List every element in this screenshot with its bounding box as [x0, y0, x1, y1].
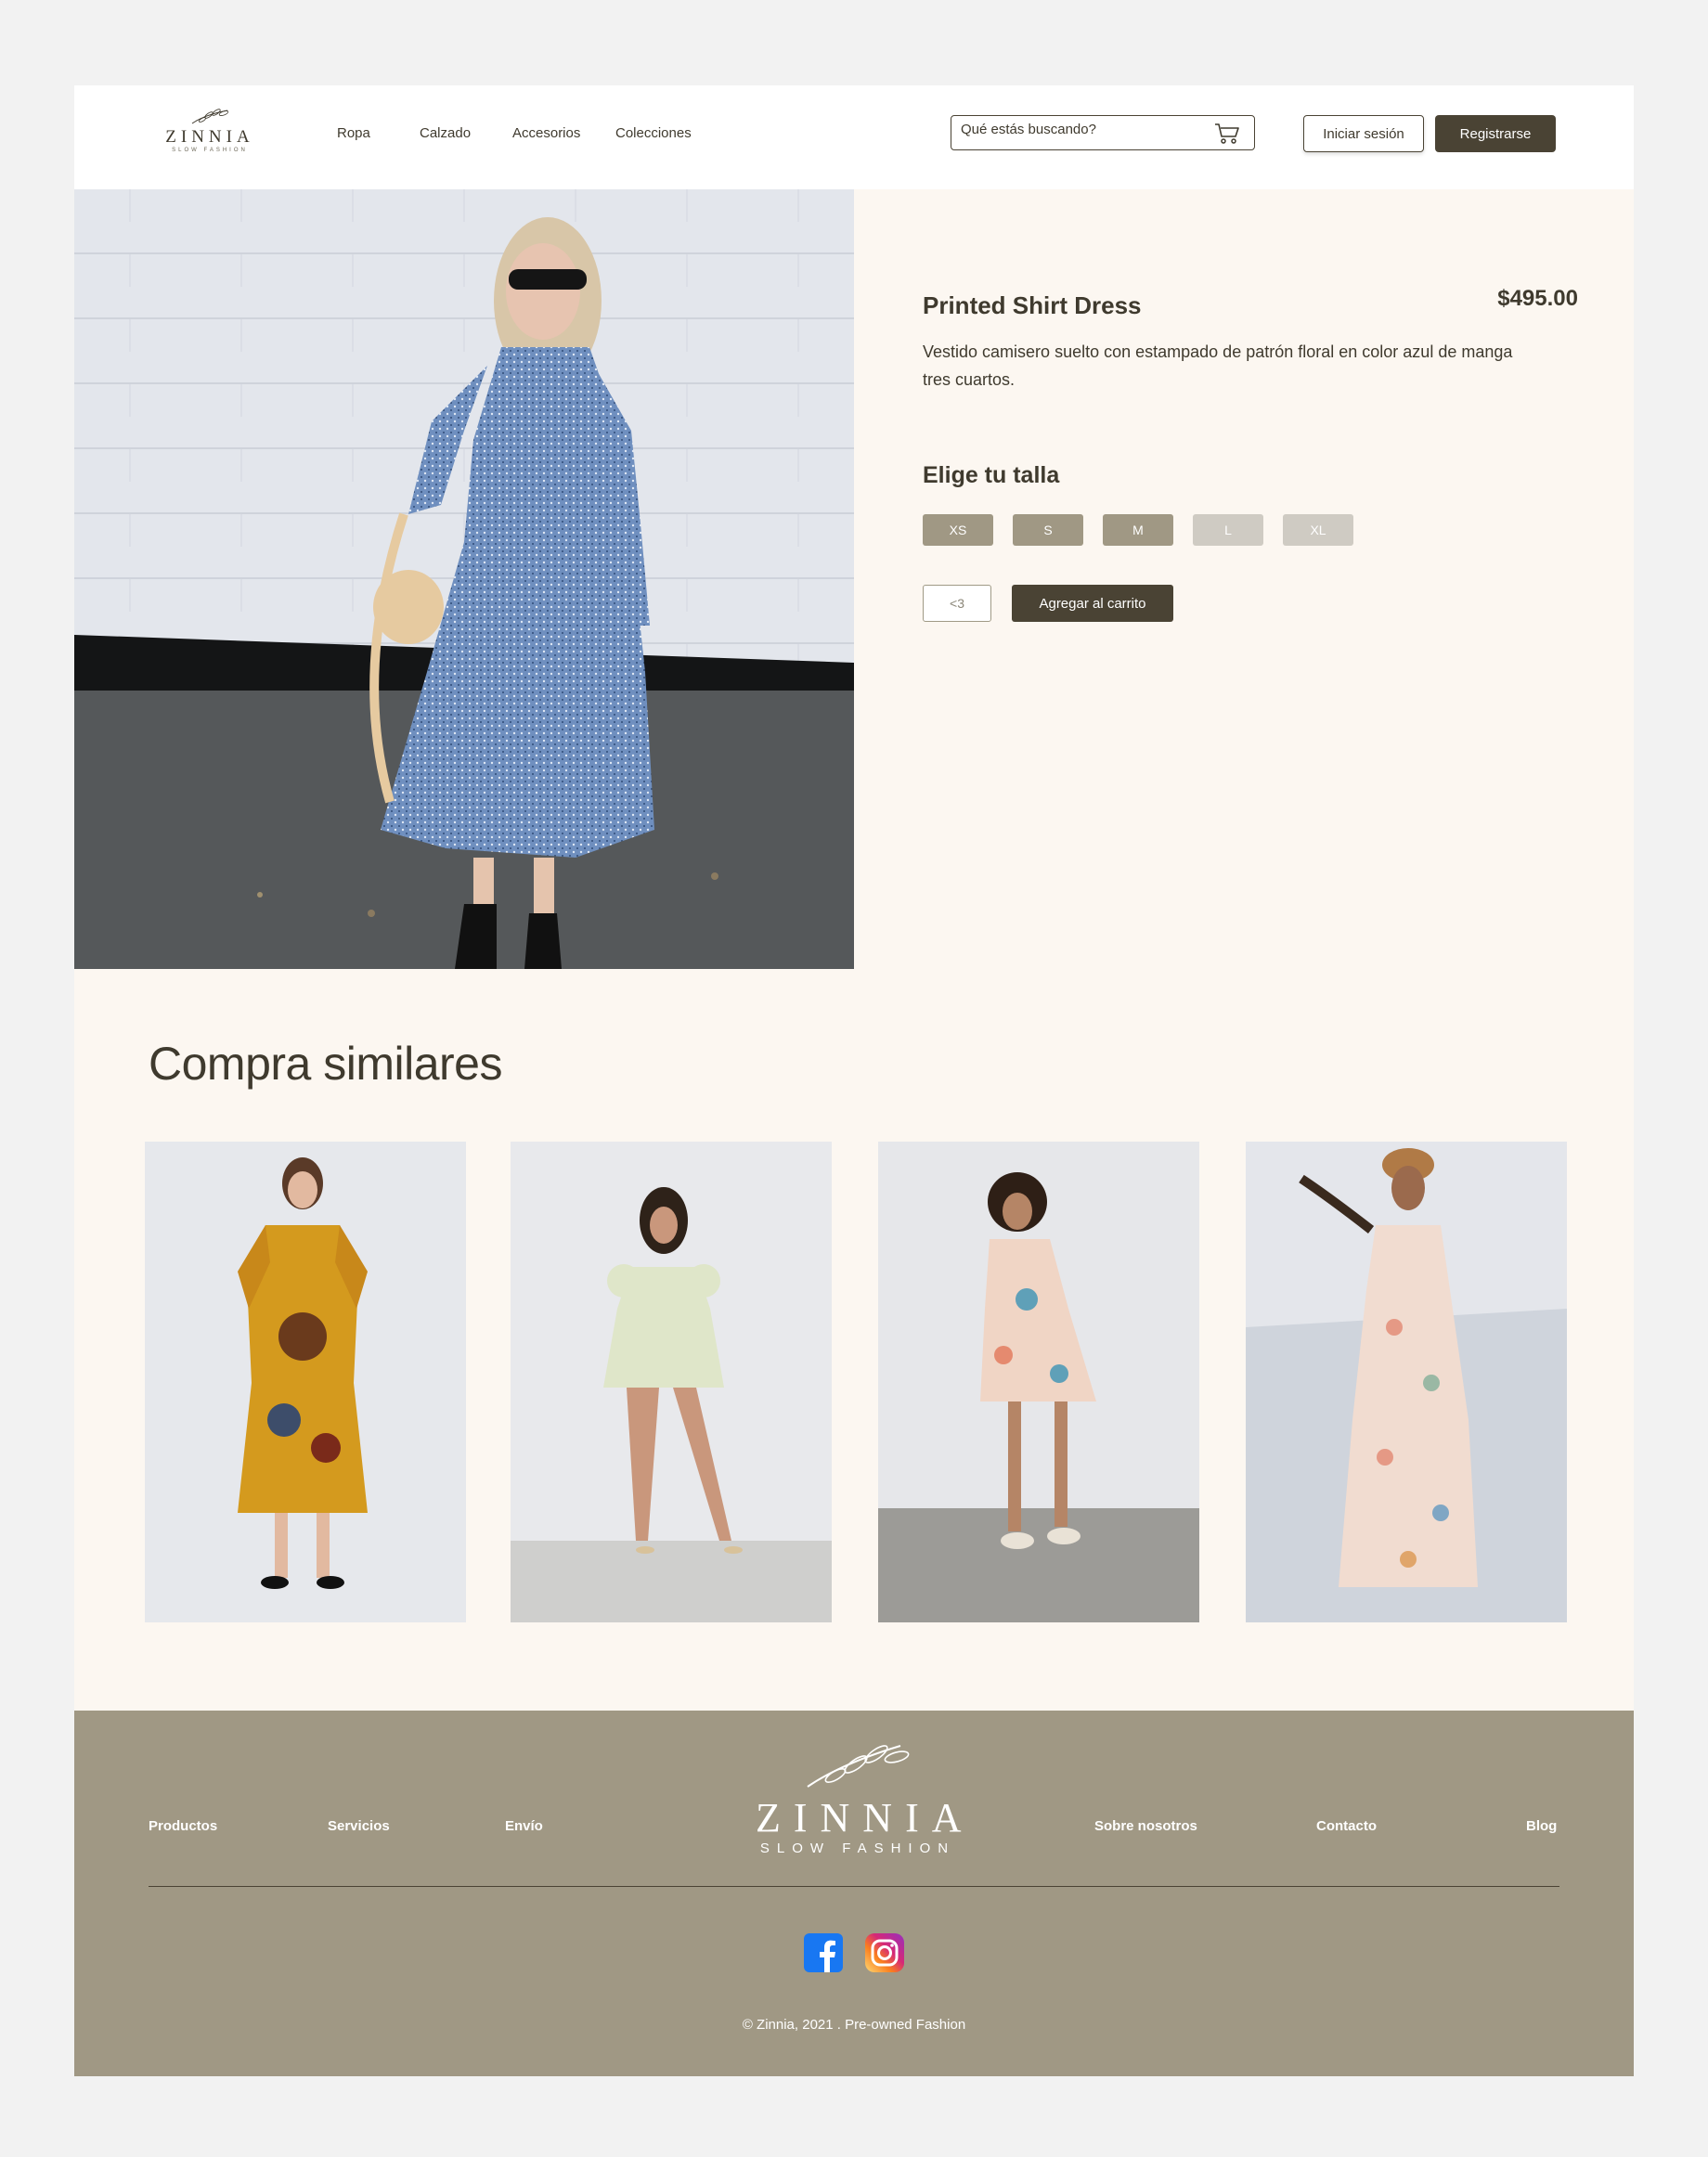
footer-logo[interactable]: ZINNIA SLOW FASHION: [743, 1738, 965, 1859]
similar-product-card-3[interactable]: [878, 1142, 1199, 1622]
cart-icon[interactable]: [1213, 122, 1241, 146]
product-title: Printed Shirt Dress: [923, 291, 1142, 319]
footer-link-sobre-nosotros[interactable]: Sobre nosotros: [1094, 1818, 1197, 1834]
leaf-logo-icon: [191, 109, 229, 124]
product-price: $495.00: [1497, 286, 1578, 311]
facebook-icon[interactable]: [804, 1933, 843, 1972]
footer-link-blog[interactable]: Blog: [1526, 1818, 1557, 1834]
page: ZINNIA SLOW FASHION Ropa Calzado Accesor…: [74, 85, 1634, 2076]
nav-item-ropa[interactable]: Ropa: [337, 124, 370, 143]
nav-item-colecciones[interactable]: Colecciones: [615, 124, 692, 143]
footer-link-contacto[interactable]: Contacto: [1316, 1818, 1377, 1834]
logo-tagline: SLOW FASHION: [172, 148, 248, 153]
size-s-button[interactable]: S: [1013, 514, 1083, 546]
footer: Productos Servicios Envío ZINNIA SLOW FA…: [74, 1711, 1634, 2076]
size-m-button[interactable]: M: [1103, 514, 1173, 546]
logo-brand: ZINNIA: [165, 127, 254, 147]
leaf-logo-icon: [807, 1745, 910, 1788]
similar-product-card-2[interactable]: [511, 1142, 832, 1622]
header: ZINNIA SLOW FASHION Ropa Calzado Accesor…: [74, 85, 1634, 189]
size-l-button[interactable]: L: [1193, 514, 1263, 546]
search-box: [951, 115, 1255, 150]
product-description: Vestido camisero suelto con estampado de…: [923, 342, 1513, 389]
size-heading: Elige tu talla: [923, 462, 1060, 488]
copyright-text: © Zinnia, 2021 . Pre-owned Fashion: [742, 2017, 966, 2033]
size-xs-button[interactable]: XS: [923, 514, 993, 546]
footer-link-envio[interactable]: Envío: [505, 1818, 543, 1834]
footer-brand: ZINNIA: [756, 1795, 975, 1841]
footer-tagline: SLOW FASHION: [759, 1841, 956, 1856]
nav-item-accesorios[interactable]: Accesorios: [512, 124, 580, 143]
search-input[interactable]: [961, 120, 1202, 138]
footer-link-productos[interactable]: Productos: [149, 1818, 217, 1834]
similar-heading: Compra similares: [149, 1038, 502, 1090]
nav-item-calzado[interactable]: Calzado: [420, 124, 471, 143]
similar-product-card-4[interactable]: [1246, 1142, 1567, 1622]
similar-product-card-1[interactable]: [145, 1142, 466, 1622]
size-xl-button[interactable]: XL: [1283, 514, 1353, 546]
register-button[interactable]: Registrarse: [1435, 115, 1556, 152]
footer-divider: [149, 1886, 1559, 1887]
product-image: [74, 189, 854, 969]
logo[interactable]: ZINNIA SLOW FASHION: [163, 108, 256, 163]
add-to-cart-button[interactable]: Agregar al carrito: [1012, 585, 1173, 622]
login-button[interactable]: Iniciar sesión: [1303, 115, 1424, 152]
footer-link-servicios[interactable]: Servicios: [328, 1818, 390, 1834]
favorite-button[interactable]: <3: [923, 585, 991, 622]
instagram-icon[interactable]: [865, 1933, 904, 1972]
